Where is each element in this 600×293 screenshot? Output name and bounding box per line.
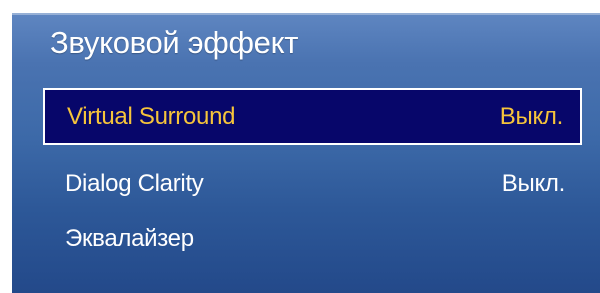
menu-item-value: Выкл. [499,102,564,130]
menu-item-value: Выкл. [501,169,566,197]
menu-item-label: Virtual Surround [67,102,236,130]
menu-item-equalizer[interactable]: Эквалайзер [43,210,582,267]
menu-item-label: Dialog Clarity [65,169,204,197]
panel-title: Звуковой эффект [50,25,299,60]
menu-item-virtual-surround[interactable]: Virtual Surround Выкл. [43,88,582,145]
sound-effect-panel: Звуковой эффект Virtual Surround Выкл. D… [12,13,600,293]
menu-item-dialog-clarity[interactable]: Dialog Clarity Выкл. [43,155,582,212]
sound-effect-menu: Virtual Surround Выкл. Dialog Clarity Вы… [43,88,582,267]
menu-item-label: Эквалайзер [65,224,194,252]
